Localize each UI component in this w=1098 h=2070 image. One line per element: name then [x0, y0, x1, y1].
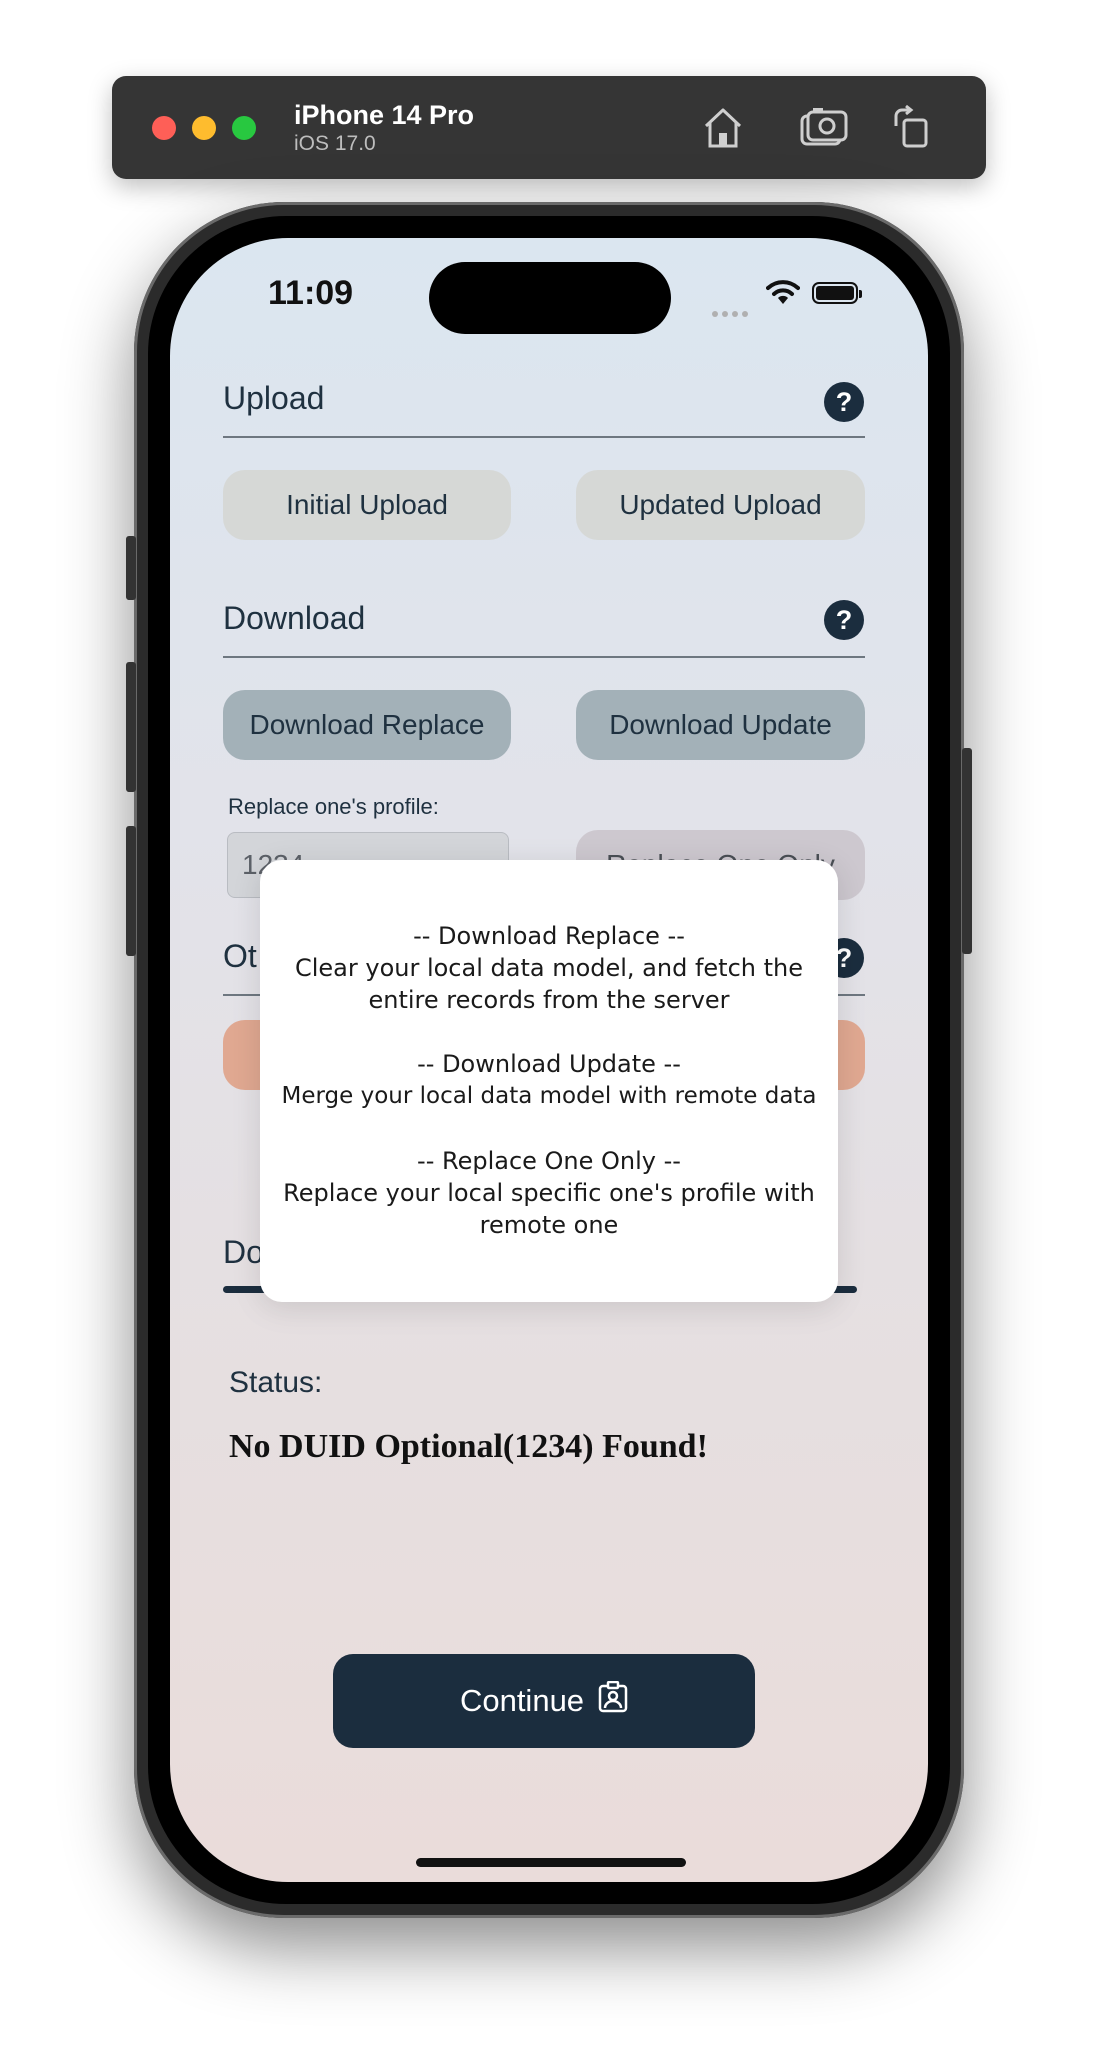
continue-label: Continue [459, 1683, 585, 1718]
download-help-icon[interactable]: ? [824, 600, 864, 640]
simulator-toolbar: iPhone 14 Pro iOS 17.0 [112, 76, 986, 179]
download-help-popover: -- Download Replace -- Clear your local … [260, 860, 838, 1302]
os-version: iOS 17.0 [294, 132, 376, 155]
continue-button[interactable]: Continue [333, 1654, 755, 1748]
download-update-button[interactable]: Download Update [576, 690, 865, 760]
minimize-window-button[interactable] [192, 116, 216, 140]
status-time: 11:09 [268, 274, 354, 312]
status-message: No DUID Optional(1234) Found! [229, 1428, 708, 1465]
home-indicator[interactable] [416, 1858, 686, 1867]
close-window-button[interactable] [152, 116, 176, 140]
popover-text: Clear your local data model, and fetch t… [294, 954, 804, 982]
popover-text: entire records from the server [368, 986, 730, 1014]
status-label: Status: [229, 1366, 323, 1399]
popover-text: Replace your local specific one's profil… [283, 1179, 815, 1207]
download-title: Download [223, 600, 366, 636]
other-title: Ot [223, 938, 257, 974]
cellular-signal-icon [712, 304, 752, 322]
mute-switch [126, 536, 136, 600]
replace-profile-label: Replace one's profile: [228, 794, 439, 819]
download-replace-button[interactable]: Download Replace [223, 690, 511, 760]
updated-upload-button[interactable]: Updated Upload [576, 470, 865, 540]
app-screen: 11:09 Upload ? Initial Upload Updated Up… [170, 238, 928, 1882]
power-button [962, 748, 972, 954]
battery-icon [812, 282, 862, 304]
dynamic-island [429, 262, 671, 334]
initial-upload-button[interactable]: Initial Upload [223, 470, 511, 540]
lower-section-title: Do [223, 1234, 264, 1270]
volume-down-button [126, 826, 136, 956]
popover-heading-download-replace: -- Download Replace -- [413, 922, 685, 950]
home-icon[interactable] [698, 104, 748, 152]
popover-heading-download-update: -- Download Update -- [417, 1050, 681, 1078]
upload-divider [223, 436, 865, 438]
download-divider [223, 656, 865, 658]
rotate-device-icon[interactable] [888, 104, 938, 152]
device-name: iPhone 14 Pro [294, 100, 475, 130]
volume-up-button [126, 662, 136, 792]
upload-title: Upload [223, 380, 325, 416]
contact-card-icon [598, 1680, 628, 1721]
popover-text: remote one [479, 1211, 619, 1239]
popover-heading-replace-one: -- Replace One Only -- [417, 1147, 681, 1175]
popover-text: Merge your local data model with remote … [281, 1083, 817, 1109]
screenshot-camera-icon[interactable] [798, 104, 848, 152]
wifi-icon [766, 278, 800, 311]
zoom-window-button[interactable] [232, 116, 256, 140]
upload-help-icon[interactable]: ? [824, 382, 864, 422]
